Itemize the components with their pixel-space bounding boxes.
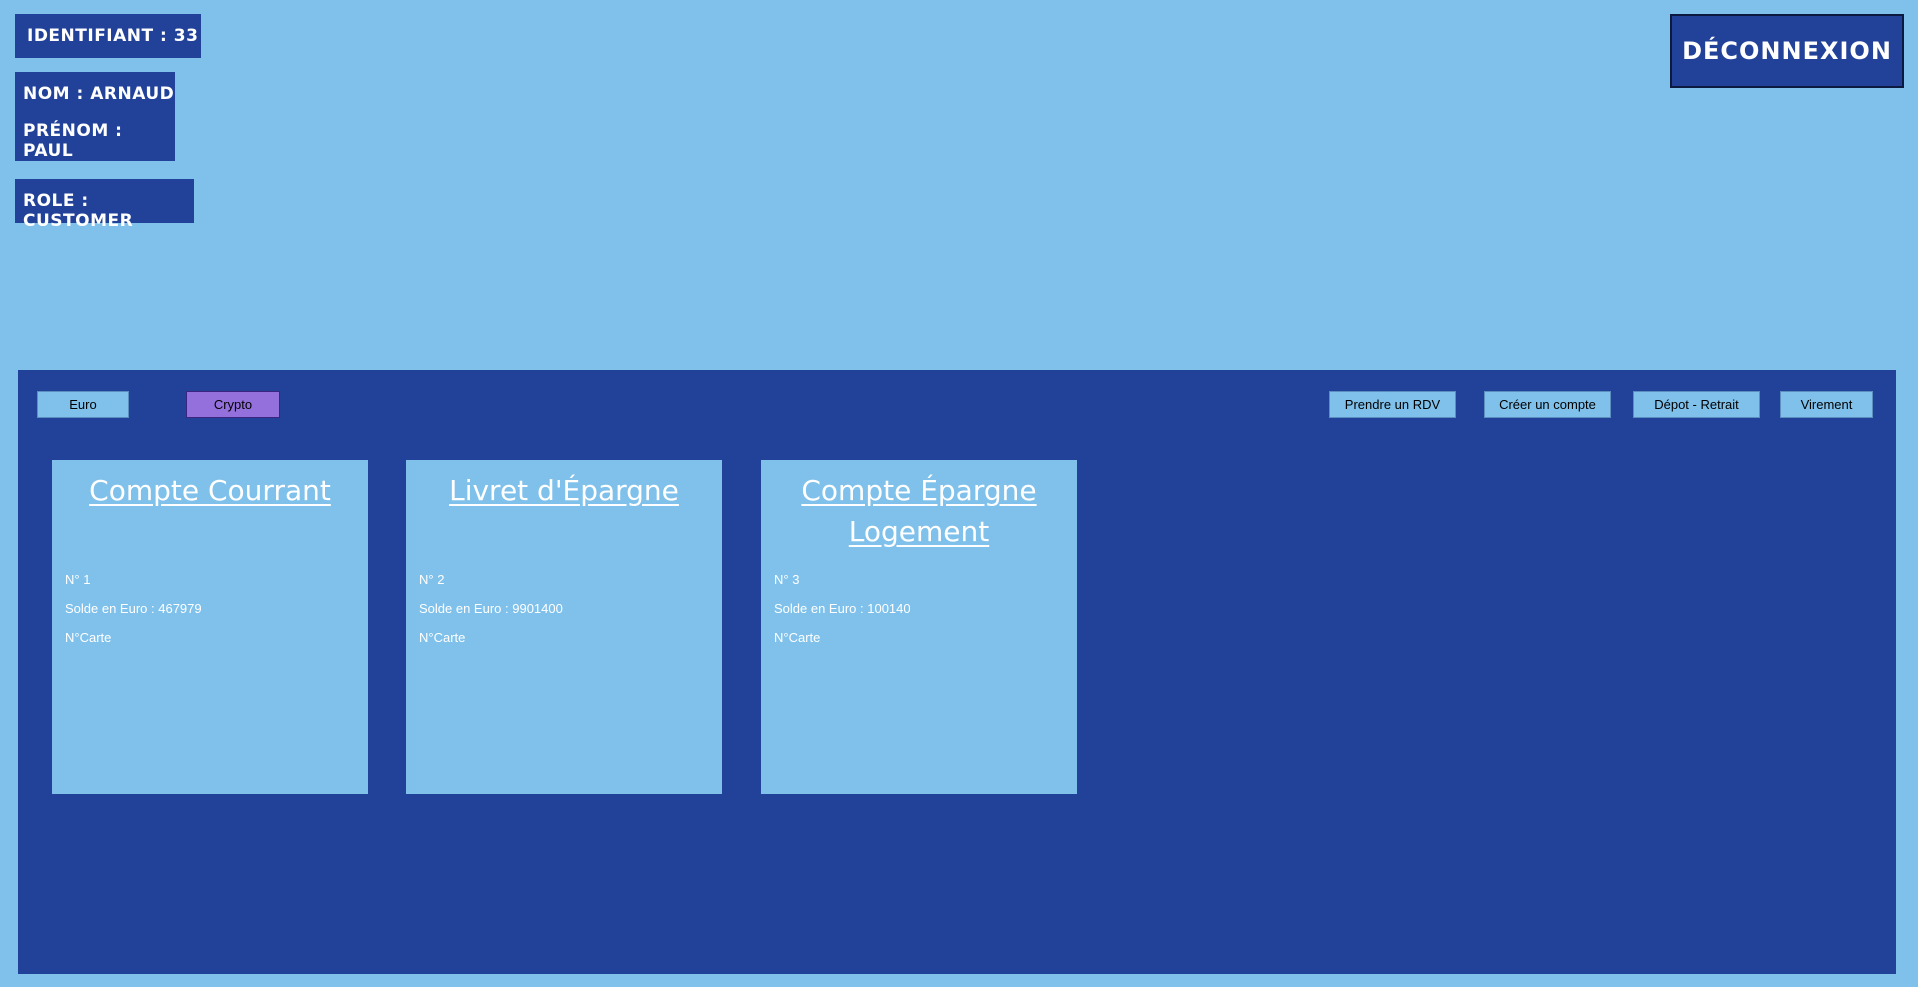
user-prenom-label: Prénom : Paul bbox=[23, 121, 123, 161]
account-title: Livret d'Épargne bbox=[449, 474, 679, 507]
account-number: N° 3 bbox=[774, 572, 800, 587]
account-card[interactable]: Compte Courrant N° 1 Solde en Euro : 467… bbox=[52, 460, 368, 794]
appointment-button[interactable]: Prendre un RDV bbox=[1329, 391, 1456, 418]
account-balance: Solde en Euro : 467979 bbox=[65, 601, 202, 616]
user-nom-label: Nom : Arnaud bbox=[23, 84, 175, 104]
account-balance: Solde en Euro : 9901400 bbox=[419, 601, 563, 616]
account-number: N° 1 bbox=[65, 572, 91, 587]
deposit-withdraw-button[interactable]: Dépot - Retrait bbox=[1633, 391, 1760, 418]
account-card-number: N°Carte bbox=[419, 630, 466, 645]
account-card-number: N°Carte bbox=[65, 630, 112, 645]
user-role-label: Role : Customer bbox=[23, 191, 134, 231]
account-card[interactable]: Livret d'Épargne N° 2 Solde en Euro : 99… bbox=[406, 460, 722, 794]
euro-button[interactable]: Euro bbox=[37, 391, 129, 418]
account-card[interactable]: Compte Épargne Logement N° 3 Solde en Eu… bbox=[761, 460, 1077, 794]
account-title: Compte Épargne Logement bbox=[801, 474, 1037, 548]
account-balance: Solde en Euro : 100140 bbox=[774, 601, 911, 616]
logout-button[interactable]: Déconnexion bbox=[1670, 14, 1904, 88]
transfer-button[interactable]: Virement bbox=[1780, 391, 1873, 418]
accounts-panel: Euro Crypto Prendre un RDV Créer un comp… bbox=[18, 370, 1896, 974]
user-role-badge: Role : Customer bbox=[15, 179, 194, 231]
account-number: N° 2 bbox=[419, 572, 445, 587]
user-id-badge: Identifiant : 33 bbox=[15, 14, 201, 58]
user-id-label: Identifiant : 33 bbox=[27, 26, 199, 46]
create-account-button[interactable]: Créer un compte bbox=[1484, 391, 1611, 418]
account-title: Compte Courrant bbox=[89, 474, 331, 507]
user-name-badge: Nom : Arnaud Prénom : Paul bbox=[15, 72, 175, 161]
account-card-number: N°Carte bbox=[774, 630, 821, 645]
crypto-button[interactable]: Crypto bbox=[186, 391, 280, 418]
